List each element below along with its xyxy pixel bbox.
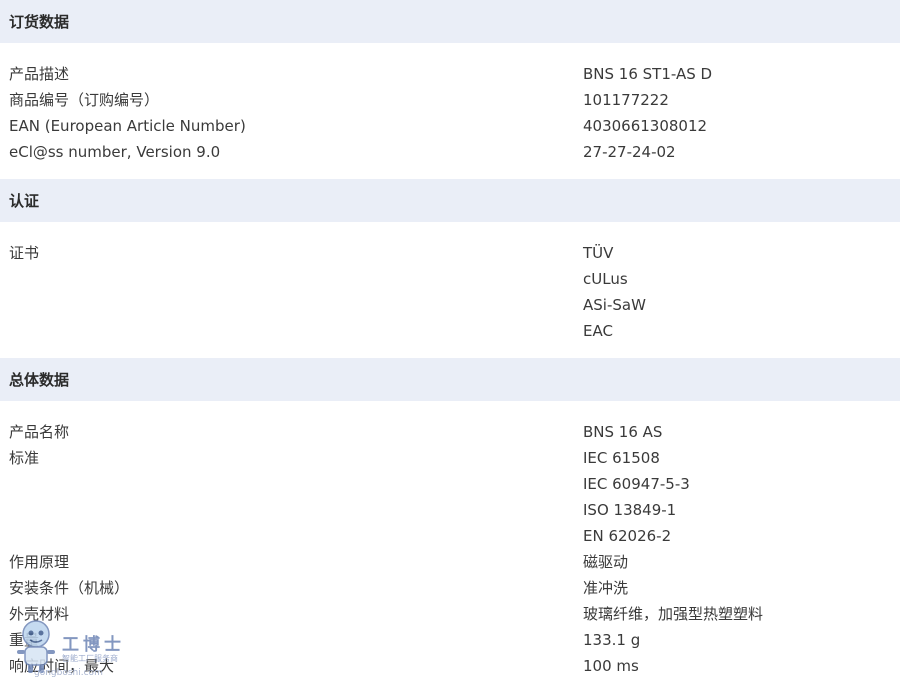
- spec-value: 玻璃纤维，加强型热塑塑料: [583, 605, 764, 623]
- watermark-subtitle: 智能工厂服务商: [62, 654, 118, 663]
- spec-values: 磁驱动: [583, 549, 628, 575]
- section-header: 总体数据: [0, 358, 900, 401]
- watermark-url: gongboshi.com: [34, 668, 103, 678]
- spec-values: 27-27-24-02: [583, 139, 676, 165]
- section-order-data: 订货数据 产品描述 BNS 16 ST1-AS D 商品编号（订购编号） 101…: [0, 0, 900, 179]
- spec-value: 4030661308012: [583, 117, 708, 135]
- spec-values: BNS 16 AS: [583, 419, 662, 445]
- section-header: 订货数据: [0, 0, 900, 43]
- spec-value: IEC 60947-5-3: [583, 475, 690, 493]
- spec-row: 安装条件（机械） 准冲洗: [0, 575, 900, 601]
- spec-label: 安装条件（机械）: [9, 579, 130, 597]
- spec-sheet: 订货数据 产品描述 BNS 16 ST1-AS D 商品编号（订购编号） 101…: [0, 0, 900, 696]
- spec-label: 产品名称: [9, 423, 70, 441]
- spec-row: 标准 IEC 61508 IEC 60947-5-3 ISO 13849-1 E…: [0, 445, 900, 549]
- spec-row: 产品描述 BNS 16 ST1-AS D: [0, 61, 900, 87]
- section-certification: 认证 证书 TÜV cULus ASi-SaW EAC: [0, 179, 900, 358]
- section-body: 证书 TÜV cULus ASi-SaW EAC: [0, 222, 900, 358]
- spec-values: TÜV cULus ASi-SaW EAC: [583, 240, 646, 344]
- spec-row: 产品名称 BNS 16 AS: [0, 419, 900, 445]
- spec-label: EAN (European Article Number): [9, 117, 246, 135]
- spec-value: ISO 13849-1: [583, 501, 677, 519]
- spec-value: BNS 16 ST1-AS D: [583, 65, 713, 83]
- spec-row: 证书 TÜV cULus ASi-SaW EAC: [0, 240, 900, 344]
- spec-value: EN 62026-2: [583, 527, 672, 545]
- section-header: 认证: [0, 179, 900, 222]
- spec-value: 101177222: [583, 91, 669, 109]
- spec-values: BNS 16 ST1-AS D: [583, 61, 712, 87]
- spec-row: EAN (European Article Number) 4030661308…: [0, 113, 900, 139]
- spec-row: eCl@ss number, Version 9.0 27-27-24-02: [0, 139, 900, 165]
- spec-value: 27-27-24-02: [583, 143, 676, 161]
- spec-label: 作用原理: [9, 553, 70, 571]
- spec-value: 磁驱动: [583, 553, 629, 571]
- watermark-logo: 工博士 智能工厂服务商 gongboshi.com: [12, 612, 142, 688]
- spec-row: 商品编号（订购编号） 101177222: [0, 87, 900, 113]
- section-body: 产品描述 BNS 16 ST1-AS D 商品编号（订购编号） 10117722…: [0, 43, 900, 179]
- spec-values: 133.1 g: [583, 627, 640, 653]
- spec-label: 证书: [9, 244, 40, 262]
- spec-values: IEC 61508 IEC 60947-5-3 ISO 13849-1 EN 6…: [583, 445, 690, 549]
- spec-value: TÜV: [583, 244, 614, 262]
- spec-values: 玻璃纤维，加强型热塑塑料: [583, 601, 763, 627]
- spec-label: 产品描述: [9, 65, 70, 83]
- spec-value: EAC: [583, 322, 613, 340]
- spec-row: 作用原理 磁驱动: [0, 549, 900, 575]
- robot-mascot-icon: [17, 620, 55, 673]
- spec-value: cULus: [583, 270, 628, 288]
- spec-label: 标准: [9, 449, 40, 467]
- spec-values: 101177222: [583, 87, 669, 113]
- spec-values: 100 ms: [583, 653, 639, 679]
- spec-value: ASi-SaW: [583, 296, 646, 314]
- watermark-title: 工博士: [62, 635, 125, 655]
- spec-values: 4030661308012: [583, 113, 707, 139]
- spec-label: 商品编号（订购编号）: [9, 91, 160, 109]
- spec-value: BNS 16 AS: [583, 423, 663, 441]
- spec-values: 准冲洗: [583, 575, 628, 601]
- spec-value: IEC 61508: [583, 449, 660, 467]
- spec-value: 133.1 g: [583, 631, 641, 649]
- spec-value: 100 ms: [583, 657, 639, 675]
- spec-label: eCl@ss number, Version 9.0: [9, 143, 221, 161]
- spec-value: 准冲洗: [583, 579, 629, 597]
